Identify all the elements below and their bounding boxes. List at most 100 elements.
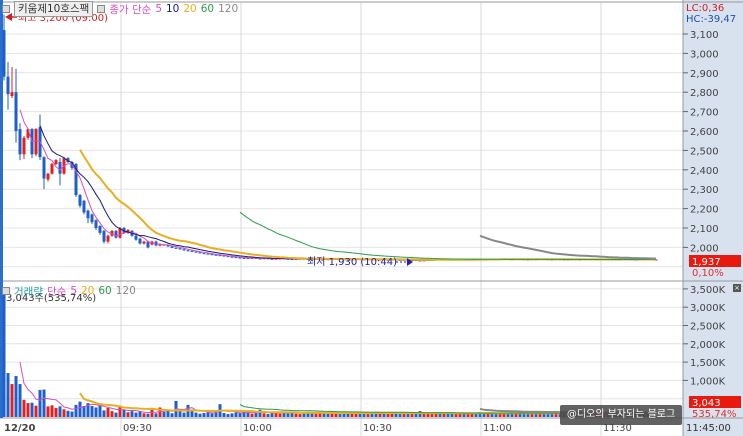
volume-bar bbox=[182, 412, 186, 417]
volume-tick-label: 2,500K bbox=[690, 322, 726, 333]
volume-ma-60[interactable]: 60 bbox=[98, 285, 111, 297]
candle-body bbox=[134, 235, 138, 240]
close-panel-icon[interactable]: × bbox=[733, 284, 741, 292]
volume-bar bbox=[198, 413, 202, 417]
volume-bar bbox=[226, 414, 230, 417]
volume-bar bbox=[338, 414, 342, 417]
price-ma-60[interactable]: 60 bbox=[201, 3, 214, 15]
volume-ma-20[interactable]: 20 bbox=[81, 285, 94, 297]
volume-bar bbox=[430, 414, 434, 417]
candle-body bbox=[82, 200, 86, 213]
volume-bar bbox=[130, 411, 134, 417]
candle-body bbox=[230, 256, 234, 258]
price-tick-label: 2,600 bbox=[690, 127, 719, 138]
panel-menu-icon[interactable] bbox=[2, 5, 10, 13]
volume-bar bbox=[42, 389, 46, 417]
volume-bar bbox=[22, 399, 26, 417]
price-tick-label: 2,500 bbox=[690, 146, 719, 157]
volume-bar bbox=[222, 412, 226, 417]
volume-bar bbox=[114, 412, 118, 417]
time-label: 09:30 bbox=[123, 423, 152, 434]
candle-body bbox=[234, 257, 238, 259]
volume-menu-icon[interactable] bbox=[2, 287, 10, 295]
volume-bar bbox=[154, 413, 158, 417]
volume-bar bbox=[546, 413, 550, 417]
volume-ma-120[interactable]: 120 bbox=[116, 285, 136, 297]
price-ma-5[interactable]: 5 bbox=[155, 3, 162, 15]
volume-bar bbox=[202, 412, 206, 417]
price-tick-label: 2,100 bbox=[690, 224, 719, 235]
volume-bar bbox=[58, 406, 62, 417]
price-ma-120[interactable]: 120 bbox=[218, 3, 238, 15]
volume-bar bbox=[274, 412, 278, 417]
volume-bar bbox=[74, 404, 78, 417]
volume-bar bbox=[298, 414, 302, 417]
volume-bar bbox=[314, 413, 318, 417]
candle-body bbox=[2, 30, 6, 77]
candle-body bbox=[202, 253, 206, 255]
price-tick-label: 2,200 bbox=[690, 205, 719, 216]
candle-body bbox=[198, 252, 202, 254]
volume-bar bbox=[118, 406, 122, 417]
volume-bar bbox=[166, 410, 170, 417]
volume-bar bbox=[170, 413, 174, 417]
volume-bar bbox=[494, 414, 498, 417]
volume-bar bbox=[110, 411, 114, 417]
volume-bar bbox=[530, 413, 534, 417]
volume-bar bbox=[6, 373, 10, 417]
price-tick-label: 3,100 bbox=[690, 30, 719, 41]
candle-body bbox=[54, 160, 58, 164]
volume-title[interactable]: 거래량 bbox=[14, 284, 43, 299]
volume-bar bbox=[134, 412, 138, 417]
price-tick-label: 2,900 bbox=[690, 69, 719, 80]
volume-bar bbox=[506, 413, 510, 417]
volume-bar bbox=[522, 414, 526, 417]
price-ma-10[interactable]: 10 bbox=[166, 3, 179, 15]
volume-bar bbox=[146, 413, 150, 417]
candle-body bbox=[98, 226, 102, 233]
candle-body bbox=[46, 173, 50, 180]
volume-bar bbox=[142, 413, 146, 417]
volume-bar bbox=[106, 407, 110, 417]
volume-ma-prefix[interactable]: 단순 bbox=[47, 284, 66, 299]
candle-body bbox=[22, 137, 26, 155]
volume-bar bbox=[14, 376, 18, 417]
volume-bar bbox=[102, 410, 106, 417]
candle-body bbox=[50, 163, 54, 174]
volume-bar bbox=[30, 402, 34, 417]
indicator-menu-icon[interactable] bbox=[97, 5, 106, 13]
candle-body bbox=[78, 195, 82, 206]
price-legend: 키움제10호스팩 종가 단순 5 10 20 60 120 bbox=[2, 1, 238, 17]
price-ma-prefix[interactable]: 종가 단순 bbox=[109, 2, 151, 17]
volume-tick-label: 3,000K bbox=[690, 303, 726, 314]
candle-body bbox=[190, 250, 194, 252]
current-time: 11:45:00 bbox=[686, 423, 731, 434]
candle-body bbox=[14, 92, 18, 131]
watermark: @디오의 부자되는 블로그 bbox=[560, 405, 682, 425]
time-label: 10:30 bbox=[363, 423, 392, 434]
candle-body bbox=[34, 129, 38, 155]
candle-body bbox=[174, 247, 178, 249]
price-tick-label: 2,000 bbox=[690, 243, 719, 254]
candle-body bbox=[86, 210, 90, 219]
volume-bar bbox=[150, 409, 154, 417]
chart-background bbox=[0, 0, 743, 436]
volume-bar bbox=[18, 384, 22, 417]
low-note: 최저 1,930 (10:44) bbox=[307, 256, 397, 268]
volume-bar bbox=[94, 407, 98, 417]
volume-bar bbox=[26, 403, 30, 417]
volume-ma-5[interactable]: 5 bbox=[70, 285, 77, 297]
volume-bar bbox=[278, 413, 282, 417]
last-price: 1,937 bbox=[692, 257, 721, 268]
stock-name[interactable]: 키움제10호스팩 bbox=[14, 1, 94, 17]
candle-body bbox=[178, 248, 182, 250]
candle-body bbox=[106, 235, 110, 242]
candle-body bbox=[58, 162, 62, 174]
volume-bar bbox=[410, 413, 414, 417]
stock-chart[interactable]: 3,100 3,000 2,900 2,800 2,700 2,600 2,500 2,400… bbox=[0, 0, 743, 436]
price-ma-20[interactable]: 20 bbox=[183, 3, 196, 15]
volume-bar bbox=[70, 411, 74, 417]
volume-legend: 거래량 단순 5 20 60 120 bbox=[2, 283, 136, 299]
volume-bar bbox=[378, 413, 382, 417]
volume-bar bbox=[90, 406, 94, 417]
